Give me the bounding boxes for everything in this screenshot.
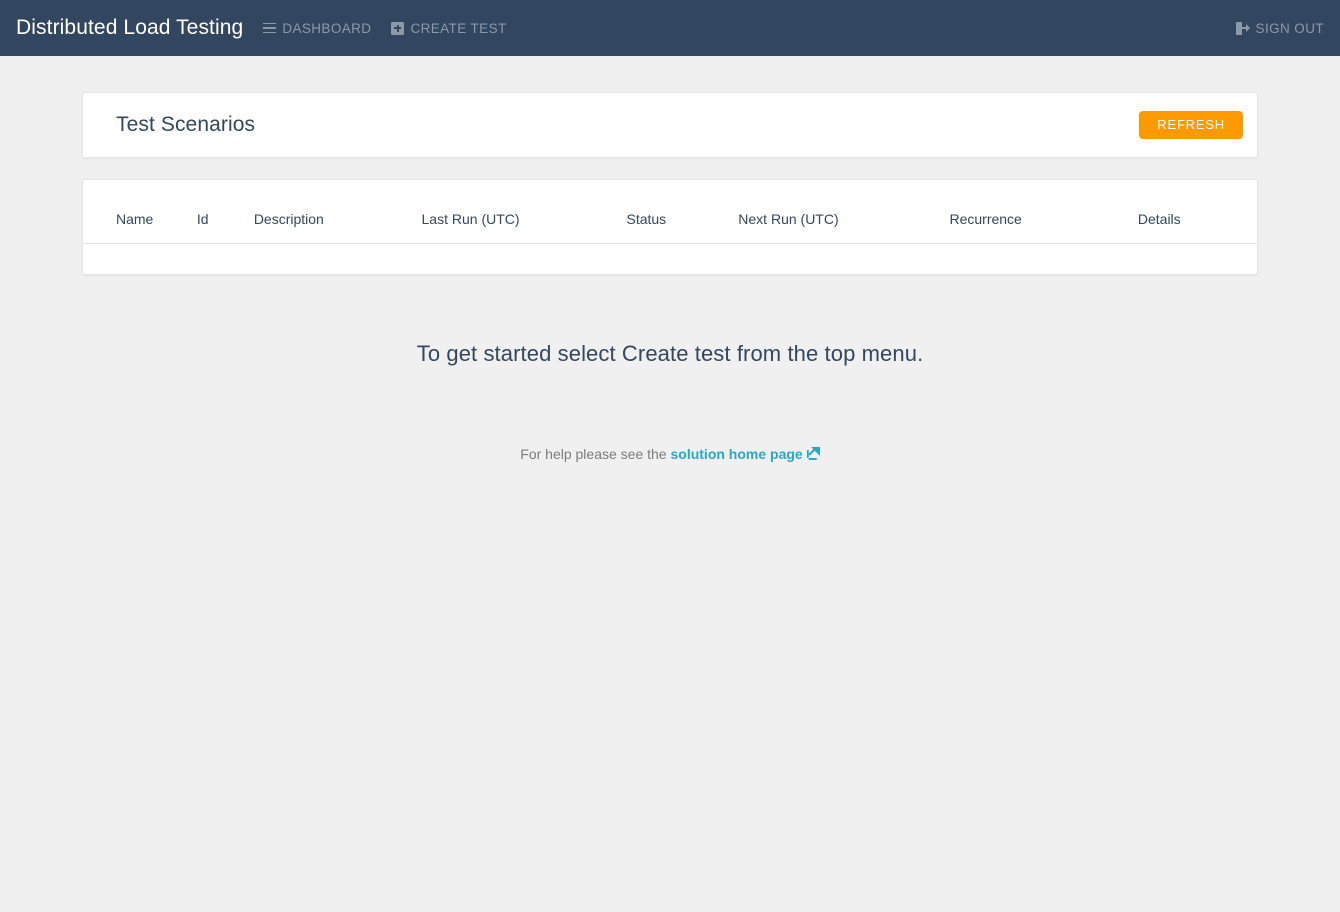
sign-out-button[interactable]: SIGN OUT bbox=[1236, 21, 1324, 36]
brand-title[interactable]: Distributed Load Testing bbox=[16, 16, 243, 40]
nav-link-create-test-label: CREATE TEST bbox=[410, 21, 506, 36]
column-header-details[interactable]: Details bbox=[1138, 180, 1257, 244]
external-link-icon[interactable] bbox=[807, 447, 820, 460]
solution-home-page-link-label: solution home page bbox=[670, 446, 802, 462]
table-header-row: Name Id Description Last Run (UTC) Statu… bbox=[83, 180, 1257, 244]
sign-out-label: SIGN OUT bbox=[1256, 21, 1324, 36]
solution-home-page-link[interactable]: solution home page bbox=[670, 446, 802, 462]
sign-out-icon bbox=[1236, 22, 1250, 35]
column-header-id[interactable]: Id bbox=[197, 180, 254, 244]
hamburger-menu-icon bbox=[263, 23, 276, 34]
column-header-recurrence[interactable]: Recurrence bbox=[949, 180, 1137, 244]
nav-link-create-test[interactable]: CREATE TEST bbox=[391, 21, 506, 36]
content-container: Test Scenarios REFRESH Name Id Descripti… bbox=[82, 92, 1258, 462]
help-line: For help please see the solution home pa… bbox=[82, 446, 1258, 462]
scenarios-table-panel: Name Id Description Last Run (UTC) Statu… bbox=[82, 179, 1258, 275]
plus-square-icon bbox=[391, 22, 404, 35]
column-header-last-run[interactable]: Last Run (UTC) bbox=[422, 180, 627, 244]
scenarios-header-panel: Test Scenarios REFRESH bbox=[82, 92, 1258, 158]
column-header-next-run[interactable]: Next Run (UTC) bbox=[738, 180, 949, 244]
top-navbar: Distributed Load Testing DASHBOARD CREAT… bbox=[0, 0, 1340, 56]
nav-links: DASHBOARD CREATE TEST bbox=[263, 21, 506, 36]
nav-right-group: SIGN OUT bbox=[1236, 21, 1324, 36]
column-header-status[interactable]: Status bbox=[626, 180, 738, 244]
empty-state-message: To get started select Create test from t… bbox=[82, 341, 1258, 367]
table-head: Name Id Description Last Run (UTC) Statu… bbox=[83, 180, 1257, 244]
page-content: Test Scenarios REFRESH Name Id Descripti… bbox=[0, 56, 1340, 462]
page-title: Test Scenarios bbox=[116, 113, 255, 137]
nav-link-dashboard-label: DASHBOARD bbox=[282, 21, 371, 36]
nav-link-dashboard[interactable]: DASHBOARD bbox=[263, 21, 371, 36]
help-prefix-text: For help please see the bbox=[520, 446, 670, 462]
column-header-name[interactable]: Name bbox=[83, 180, 197, 244]
refresh-button[interactable]: REFRESH bbox=[1139, 111, 1243, 139]
scenarios-table: Name Id Description Last Run (UTC) Statu… bbox=[83, 180, 1257, 244]
column-header-description[interactable]: Description bbox=[254, 180, 422, 244]
